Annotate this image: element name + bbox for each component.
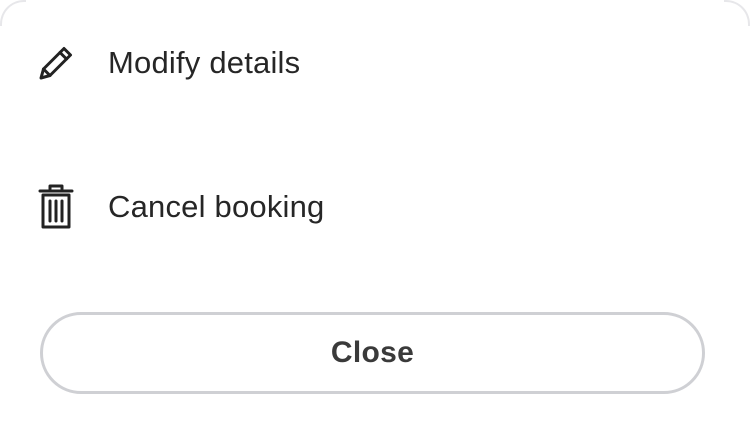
close-button[interactable]: Close [40,312,705,394]
cancel-booking-item[interactable]: Cancel booking [0,167,750,247]
pencil-icon [34,41,78,85]
trash-icon [34,184,78,229]
modify-details-label: Modify details [108,45,301,80]
modify-details-item[interactable]: Modify details [0,23,750,103]
close-button-label: Close [330,336,415,369]
action-sheet: Modify details Cancel booking Close [0,0,750,447]
cancel-booking-label: Cancel booking [108,189,325,224]
